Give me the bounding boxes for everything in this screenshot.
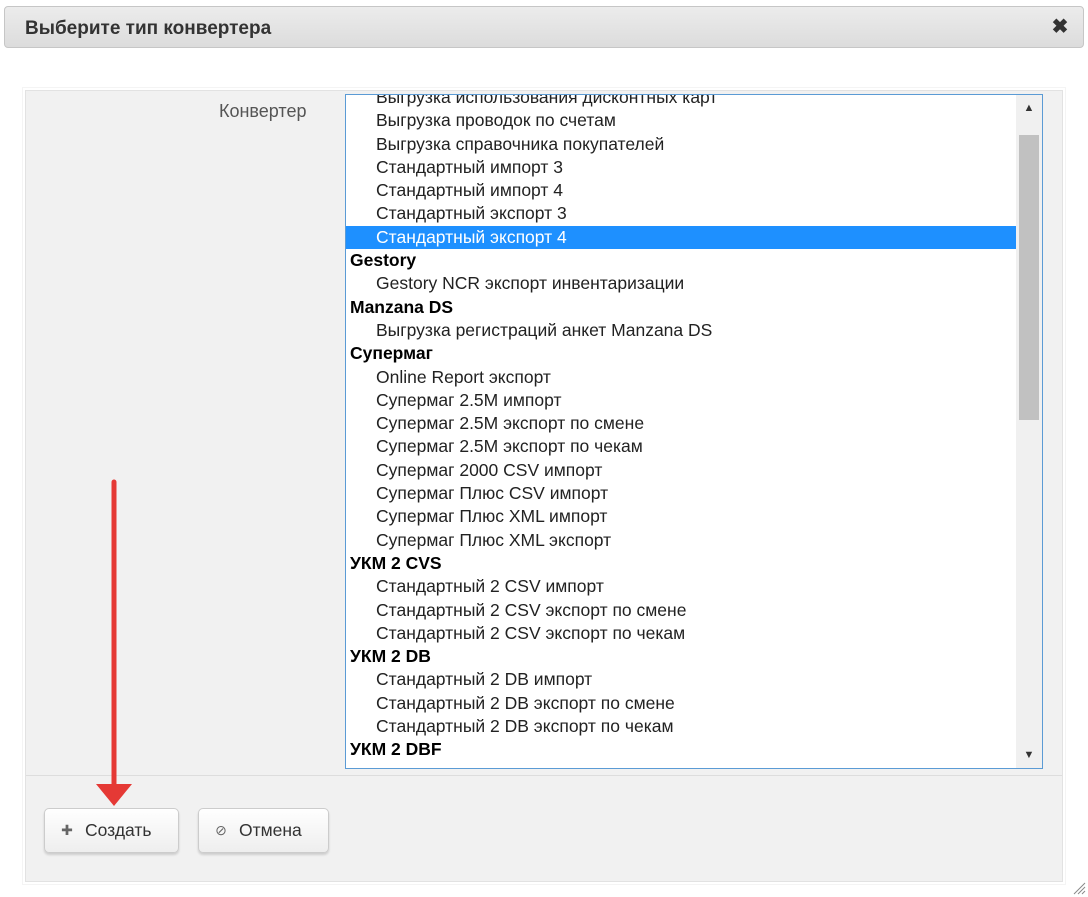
list-item[interactable]: Выгрузка регистраций анкет Manzana DS — [346, 319, 1018, 342]
listbox-options: Выгрузка использования дисконтных карт В… — [346, 95, 1018, 762]
list-item[interactable]: Супермаг Плюс XML импорт — [346, 505, 1018, 528]
list-item[interactable]: Супермаг 2.5M экспорт по смене — [346, 412, 1018, 435]
list-group-header: Супермаг — [350, 343, 433, 364]
list-item[interactable]: Стандартный 2 DB экспорт по чекам — [346, 715, 1018, 738]
scrollbar-thumb[interactable] — [1019, 135, 1039, 420]
list-group-header: УКМ 2 DB — [350, 646, 431, 667]
close-icon[interactable]: ✖ — [1049, 14, 1071, 40]
converter-label: Конвертер — [219, 101, 307, 121]
create-button[interactable]: ✚ Создать — [44, 808, 179, 853]
list-item-selected[interactable]: Стандартный экспорт 4 — [346, 225, 1018, 250]
dialog-titlebar: Выберите тип конвертера ✖ — [4, 6, 1084, 48]
scroll-down-icon[interactable]: ▼ — [1016, 742, 1042, 768]
list-item[interactable]: Супермаг Плюс CSV импорт — [346, 482, 1018, 505]
list-item[interactable]: Стандартный 2 DB импорт — [346, 668, 1018, 691]
list-item[interactable]: Выгрузка проводок по счетам — [346, 109, 1018, 132]
list-item[interactable]: Стандартный импорт 4 — [346, 179, 1018, 202]
plus-icon: ✚ — [61, 822, 73, 838]
list-item[interactable]: Супермаг 2.5M импорт — [346, 389, 1018, 412]
list-group-header: УКМ 2 CVS — [350, 552, 442, 573]
list-item[interactable]: Супермаг 2.5M экспорт по чекам — [346, 435, 1018, 458]
scroll-up-icon[interactable]: ▲ — [1016, 95, 1042, 121]
list-group-header: Manzana DS — [350, 296, 454, 317]
resize-grip-icon[interactable] — [1070, 879, 1086, 895]
list-item[interactable]: Стандартный 2 CSV импорт — [346, 575, 1018, 598]
cancel-button-label: Отмена — [239, 820, 302, 840]
dialog-title: Выберите тип конвертера — [25, 18, 272, 39]
cancel-button[interactable]: ⊘ Отмена — [198, 808, 329, 853]
list-item[interactable]: Супермаг 2000 CSV импорт — [346, 459, 1018, 482]
list-item[interactable]: Стандартный импорт 3 — [346, 156, 1018, 179]
list-group-header: Gestory — [350, 250, 417, 271]
listbox-scrollbar[interactable]: ▲ ▼ — [1016, 95, 1042, 768]
list-item[interactable]: Выгрузка справочника покупателей — [346, 133, 1018, 156]
annotation-arrow-icon — [96, 479, 132, 806]
list-item[interactable]: Стандартный 2 CSV экспорт по смене — [346, 599, 1018, 622]
list-item[interactable]: Супермаг Плюс XML экспорт — [346, 529, 1018, 552]
footer-divider — [26, 775, 1062, 776]
create-button-label: Создать — [85, 820, 152, 840]
ban-icon: ⊘ — [215, 822, 227, 838]
list-item[interactable]: Стандартный экспорт 3 — [346, 202, 1018, 225]
list-item[interactable]: Gestory NCR экспорт инвентаризации — [346, 272, 1018, 295]
list-item[interactable]: Стандартный 2 DB экспорт по смене — [346, 692, 1018, 715]
converter-listbox[interactable]: Выгрузка использования дисконтных карт В… — [345, 94, 1043, 769]
converter-dialog: Выберите тип конвертера ✖ Конвертер Выгр… — [0, 0, 1088, 897]
list-item[interactable]: Стандартный 2 CSV экспорт по чекам — [346, 622, 1018, 645]
list-group-header: УКМ 2 DBF — [350, 739, 442, 760]
list-item[interactable]: Online Report экспорт — [346, 366, 1018, 389]
list-item[interactable]: Выгрузка использования дисконтных карт — [346, 95, 1018, 109]
